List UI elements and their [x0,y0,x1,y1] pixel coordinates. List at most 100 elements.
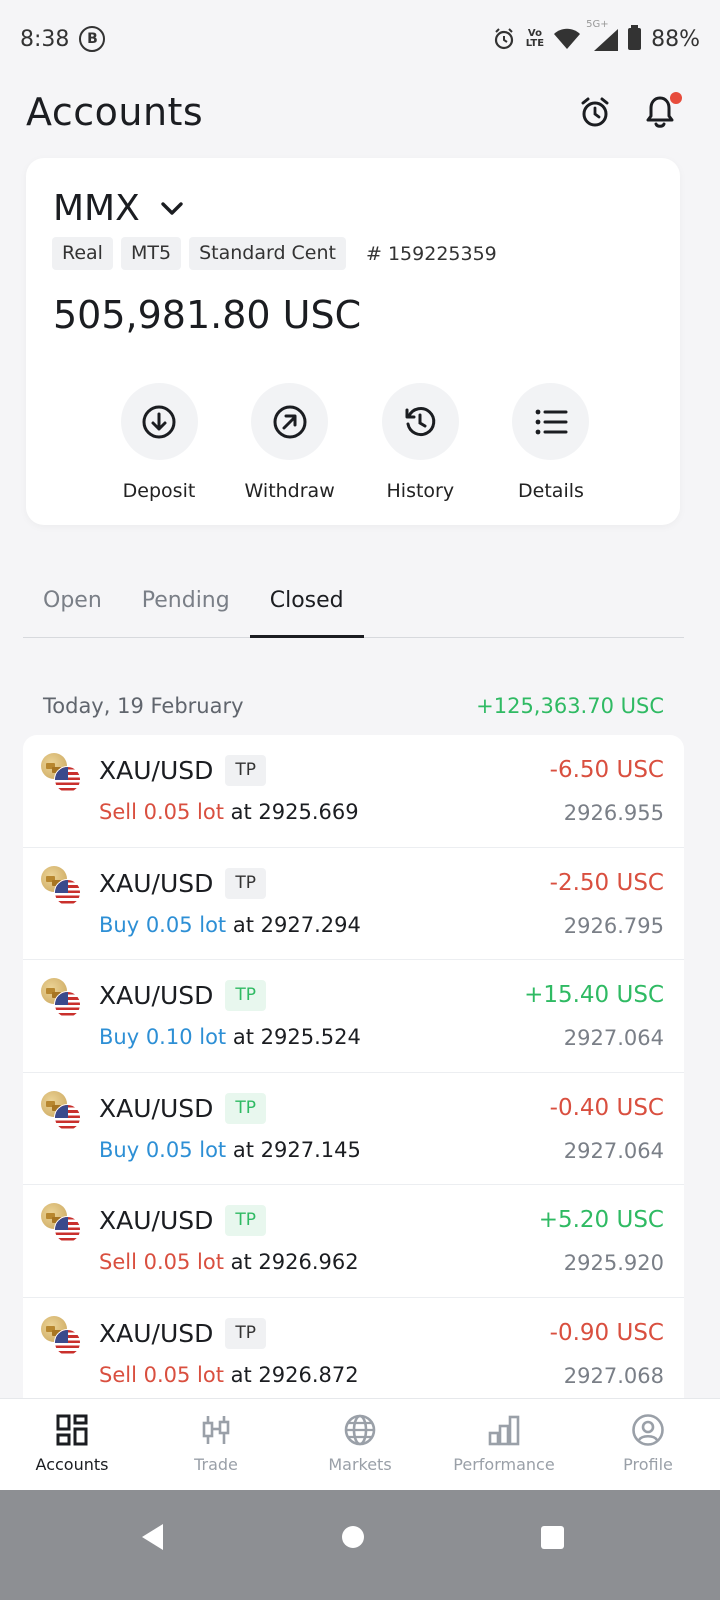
closed-trades-list: XAU/USD TP Sell 0.05 lot at 2925.669 -6.50 … [23,735,684,1398]
trade-pnl: -0.40 USC [549,1094,664,1121]
trade-open-price: at 2926.962 [223,1250,359,1274]
trade-row[interactable]: XAU/USD TP Sell 0.05 lot at 2926.962 +5.20 … [23,1185,684,1298]
trade-open-price: at 2925.669 [223,800,359,824]
tag-platform: MT5 [120,237,182,270]
xau-usd-pair-icon [41,1203,83,1245]
page-title: Accounts [26,90,204,134]
trade-close-price: 2927.064 [563,1026,664,1050]
status-time: 8:38 [20,26,70,52]
trade-symbol-row: XAU/USD TP [99,1317,267,1349]
status-bar: 8:38 B Vo LTE 5G+ 88% [0,0,720,78]
trade-row[interactable]: XAU/USD TP Buy 0.05 lot at 2927.145 -0.40 U… [23,1073,684,1185]
nav-accounts-label: Accounts [35,1455,109,1474]
account-tags: Real MT5 Standard Cent # 159225359 [52,237,497,270]
profile-icon [632,1414,664,1446]
back-icon[interactable] [139,1522,165,1552]
recents-icon[interactable] [540,1525,565,1550]
trade-symbol: XAU/USD [99,868,214,898]
trade-row[interactable]: XAU/USD TP Buy 0.10 lot at 2925.524 +15.40 … [23,960,684,1073]
home-icon[interactable] [341,1525,365,1549]
tab-open[interactable]: Open [23,580,122,636]
trade-open-price: at 2927.145 [226,1137,361,1162]
notifications-button[interactable] [640,92,682,132]
trade-symbol: XAU/USD [99,1318,214,1348]
alarm-button[interactable] [575,92,615,132]
withdraw-button[interactable]: Withdraw [225,383,355,502]
history-icon [405,406,436,436]
account-actions: Deposit Withdraw History Details [94,383,616,502]
trade-side-volume: Buy 0.05 lot [99,912,227,937]
details-button[interactable]: Details [486,383,616,502]
tp-badge: TP [225,867,267,899]
trade-side-volume: Sell 0.05 lot [99,1250,224,1274]
account-balance: 505,981.80 USC [53,293,362,337]
trade-symbol-row: XAU/USD TP [99,755,267,786]
bottom-nav: Accounts Trade Markets Performance Profi… [0,1398,720,1490]
deposit-button[interactable]: Deposit [94,383,224,502]
nav-accounts[interactable]: Accounts [0,1399,144,1490]
battery-icon [628,25,642,50]
nav-markets[interactable]: Markets [288,1399,432,1490]
us-flag-icon [54,766,81,793]
account-number: # 159225359 [366,242,497,265]
trade-open-price: at 2927.294 [226,912,361,937]
tp-badge: TP [225,1317,267,1349]
tp-badge: TP [225,980,267,1011]
trade-close-price: 2925.920 [563,1251,664,1275]
trade-open-price: at 2925.524 [226,1025,361,1049]
trade-row[interactable]: XAU/USD TP Buy 0.05 lot at 2927.294 -2.50 U… [23,848,684,960]
history-label: History [386,480,455,502]
chevron-down-icon [161,201,183,215]
nav-performance[interactable]: Performance [432,1399,576,1490]
trade-symbol-row: XAU/USD TP [99,1092,267,1124]
trade-pnl: +5.20 USC [538,1207,664,1233]
trade-symbol: XAU/USD [99,1206,214,1235]
tag-account-class: Standard Cent [189,237,346,270]
tag-account-type: Real [52,237,113,270]
bar-chart-icon [488,1415,520,1446]
volte-icon: Vo LTE [525,28,545,49]
trade-side-volume: Sell 0.05 lot [99,800,224,824]
trade-row[interactable]: XAU/USD TP Sell 0.05 lot at 2925.669 -6.50 … [23,735,684,848]
withdraw-label: Withdraw [244,480,335,502]
account-selector[interactable]: MMX [53,188,184,229]
nav-profile[interactable]: Profile [576,1399,720,1490]
trade-symbol: XAU/USD [99,756,214,785]
trade-pnl: -6.50 USC [549,757,664,783]
trade-detail: Sell 0.05 lot at 2925.669 [99,800,359,824]
trade-detail: Sell 0.05 lot at 2926.962 [99,1250,359,1274]
trade-detail: Sell 0.05 lot at 2926.872 [99,1363,359,1387]
trade-symbol-row: XAU/USD TP [99,1205,267,1236]
account-card: MMX Real MT5 Standard Cent # 159225359 5… [26,158,680,525]
history-button[interactable]: History [355,383,485,502]
trade-close-price: 2926.795 [563,913,664,938]
alarm-status-icon [494,28,513,50]
xau-usd-pair-icon [41,865,83,908]
trade-symbol-row: XAU/USD TP [99,867,267,899]
notification-dot [670,92,682,104]
trade-detail: Buy 0.05 lot at 2927.294 [99,913,361,937]
trade-side-volume: Sell 0.05 lot [99,1362,224,1387]
signal-icon: 5G+ [586,19,619,51]
globe-icon [344,1414,376,1446]
trade-pnl: -2.50 USC [549,869,664,896]
nav-trade[interactable]: Trade [144,1399,288,1490]
day-total-pnl: +125,363.70 USC [476,694,664,718]
tab-pending[interactable]: Pending [122,580,250,636]
nav-profile-label: Profile [623,1455,673,1474]
xau-usd-pair-icon [41,978,83,1020]
us-flag-icon [54,991,81,1018]
trade-symbol: XAU/USD [99,981,214,1010]
day-label: Today, 19 February [43,694,244,718]
us-flag-icon [54,1216,81,1243]
arrow-down-circle-icon [142,405,176,438]
xau-usd-pair-icon [41,1315,83,1358]
trade-symbol: XAU/USD [99,1093,214,1123]
trade-row[interactable]: XAU/USD TP Sell 0.05 lot at 2926.872 -0.90 … [23,1298,684,1399]
us-flag-icon [54,1103,81,1131]
b-badge-icon: B [79,26,106,52]
day-group-header: Today, 19 February +125,363.70 USC [43,694,664,718]
trade-close-price: 2926.955 [563,801,664,825]
battery-percent: 88% [651,26,700,52]
tab-closed[interactable]: Closed [249,580,364,638]
